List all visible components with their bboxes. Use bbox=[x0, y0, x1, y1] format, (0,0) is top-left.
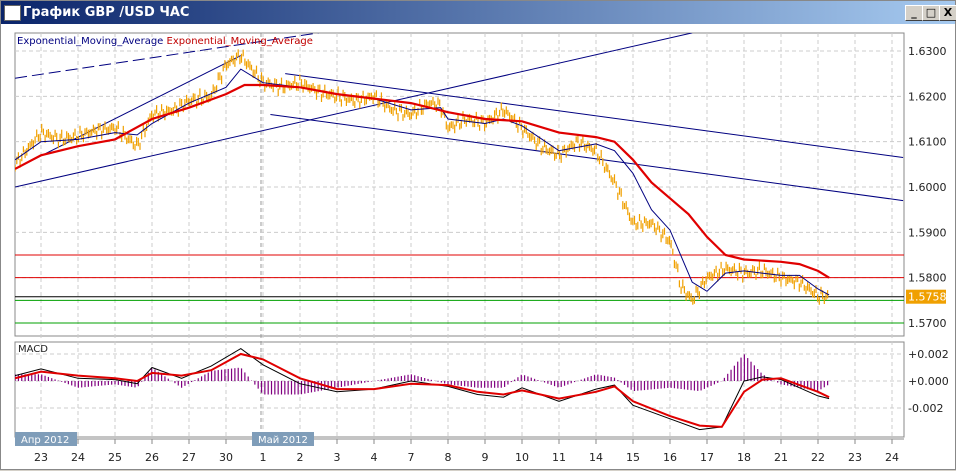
legend-ema-slow: Exponential_Moving_Average bbox=[166, 36, 313, 47]
x-tick-label: 4 bbox=[371, 451, 378, 464]
x-tick-label: 14 bbox=[589, 451, 603, 464]
x-tick-label: 24 bbox=[885, 451, 899, 464]
x-tick-label: 7 bbox=[408, 451, 415, 464]
x-tick-label: 23 bbox=[848, 451, 862, 464]
price-axis-label: 1.6300 bbox=[908, 45, 947, 58]
title-bar[interactable]: График GBP /USD ЧАС _ □ X bbox=[1, 1, 956, 24]
close-button[interactable]: X bbox=[939, 5, 956, 21]
x-tick-label: 23 bbox=[34, 451, 48, 464]
x-tick-label: 27 bbox=[182, 451, 196, 464]
x-tick-label: 2 bbox=[297, 451, 304, 464]
x-tick-label: 30 bbox=[219, 451, 233, 464]
x-tick-label: 1 bbox=[260, 451, 267, 464]
maximize-button[interactable]: □ bbox=[922, 5, 940, 21]
x-tick-label: 25 bbox=[108, 451, 122, 464]
macd-axis-label: -0.002 bbox=[908, 402, 943, 415]
month-label: Апр 2012 bbox=[21, 435, 69, 446]
x-tick-label: 15 bbox=[626, 451, 640, 464]
macd-label: MACD bbox=[18, 344, 48, 355]
macd-axis-label: +0.000 bbox=[908, 375, 949, 388]
x-tick-label: 9 bbox=[482, 451, 489, 464]
x-tick-label: 18 bbox=[737, 451, 751, 464]
window-title: График GBP /USD ЧАС bbox=[23, 5, 190, 20]
x-tick-label: 8 bbox=[445, 451, 452, 464]
price-axis-label: 1.6100 bbox=[908, 136, 947, 149]
price-axis-label: 1.6000 bbox=[908, 181, 947, 194]
month-label: Май 2012 bbox=[258, 435, 308, 446]
price-axis-label: 1.5900 bbox=[908, 226, 947, 239]
legend-ema-fast: Exponential_Moving_Average bbox=[17, 36, 164, 47]
x-tick-label: 3 bbox=[334, 451, 341, 464]
indicator-legend: Exponential_Moving_Average Exponential_M… bbox=[17, 36, 313, 47]
main-plot-frame bbox=[14, 32, 905, 337]
x-tick-label: 26 bbox=[145, 451, 159, 464]
x-tick-label: 10 bbox=[515, 451, 529, 464]
x-tick-label: 11 bbox=[552, 451, 566, 464]
x-tick-label: 16 bbox=[663, 451, 677, 464]
x-tick-label: 24 bbox=[71, 451, 85, 464]
price-chart[interactable]: 23 24 25 26 27 30 1 2 3 4 7 8 9 10 11 14 15 16 17 18 21 22 23 2… bbox=[1, 24, 956, 471]
current-price-label: 1.5758 bbox=[908, 291, 947, 304]
minimize-button[interactable]: _ bbox=[905, 5, 923, 21]
x-tick-label: 21 bbox=[774, 451, 788, 464]
price-axis-label: 1.6200 bbox=[908, 90, 947, 103]
price-axis-label: 1.5700 bbox=[908, 317, 947, 330]
x-tick-label: 17 bbox=[700, 451, 714, 464]
chart-app-icon bbox=[4, 5, 21, 21]
chart-window: График GBP /USD ЧАС _ □ X 23 24 25 26 27 30 1 2… bbox=[0, 0, 956, 470]
macd-axis-label: +0.002 bbox=[908, 348, 949, 361]
price-axis-label: 1.5800 bbox=[908, 272, 947, 285]
x-tick-label: 22 bbox=[811, 451, 825, 464]
